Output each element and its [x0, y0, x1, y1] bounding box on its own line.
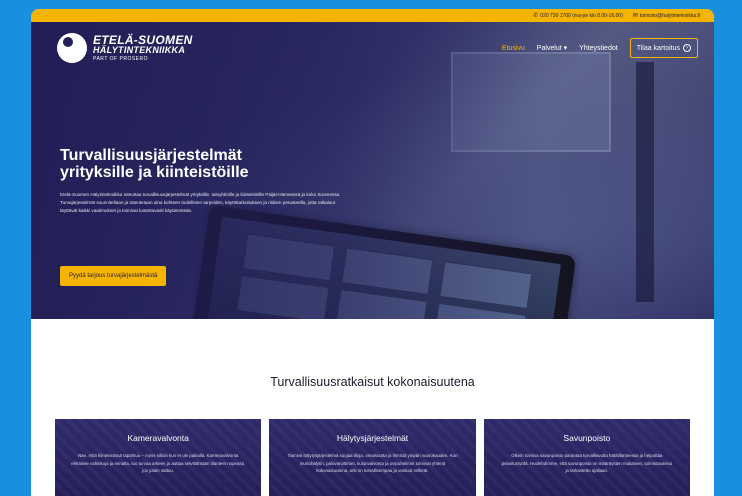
arrow-right-circle-icon: ›: [683, 44, 691, 52]
hero-description: Etelä-Suomen Hälytintekniikka toteuttaa …: [60, 192, 341, 213]
card-title: Hälytysjärjestelmät: [336, 433, 409, 443]
hero-title-line-2: yrityksille ja kiinteistöille: [60, 164, 249, 181]
request-quote-button[interactable]: Pyydä tarjous turvajärjestelmästä: [60, 266, 167, 286]
main-navigation: ETELÄ-SUOMEN HÄLYTINTEKNIIKKA PART OF PR…: [31, 22, 714, 74]
card-title: Savunpoisto: [563, 433, 611, 443]
logo-wordmark: ETELÄ-SUOMEN HÄLYTINTEKNIIKKA PART OF PR…: [93, 34, 193, 62]
logo-line-3: PART OF PROSERO: [93, 56, 149, 62]
service-cards: Kameravalvonta Näe, mitä kiinteistössä t…: [55, 419, 690, 496]
nav-item-yhteystiedot[interactable]: Yhteystiedot: [579, 45, 618, 52]
browser-page: ✆ 020 730 1700 (ma-pe klo 8.00-16.00) ✉ to…: [31, 9, 714, 496]
order-survey-label: Tilaa kartoitus: [636, 44, 680, 52]
hero-title-line-1: Turvallisuusjärjestelmät: [60, 147, 242, 164]
service-card-alarm[interactable]: Hälytysjärjestelmät Toimiva hälytysjärje…: [269, 419, 476, 496]
logo-line-2: HÄLYTINTEKNIIKKA: [93, 45, 186, 55]
site-logo[interactable]: ETELÄ-SUOMEN HÄLYTINTEKNIIKKA PART OF PR…: [57, 33, 193, 63]
card-body: Oikein toimiva savunpoisto parantaa turv…: [501, 453, 672, 473]
hero-title: Turvallisuusjärjestelmät yrityksille ja …: [60, 147, 350, 181]
card-title: Kameravalvonta: [127, 433, 189, 443]
logo-mark-icon: [57, 33, 87, 63]
nav-item-palvelut[interactable]: Palvelut ▾: [537, 44, 567, 52]
contact-bar: ✆ 020 730 1700 (ma-pe klo 8.00-16.00) ✉ to…: [31, 9, 714, 22]
email-contact[interactable]: ✉ toimisto@halytintekniikka.fi: [633, 12, 700, 19]
card-body: Näe, mitä kiinteistössä tapahtuu – myös …: [71, 453, 246, 473]
hero-section: ETELÄ-SUOMEN HÄLYTINTEKNIIKKA PART OF PR…: [31, 22, 714, 319]
phone-text: 020 730 1700 (ma-pe klo 8.00-16.00): [540, 13, 623, 19]
mail-icon: ✉: [632, 13, 638, 19]
service-card-smoke[interactable]: Savunpoisto Oikein toimiva savunpoisto p…: [483, 419, 690, 496]
phone-icon: ✆: [533, 13, 539, 19]
nav-item-etusivu[interactable]: Etusivu: [502, 45, 525, 52]
hero-text: Turvallisuusjärjestelmät yrityksille ja …: [60, 147, 350, 215]
email-text: toimisto@halytintekniikka.fi: [639, 13, 700, 19]
card-body: Toimiva hälytysjärjestelmä suojaa tiloja…: [287, 453, 458, 473]
order-survey-button[interactable]: Tilaa kartoitus ›: [629, 38, 698, 58]
nav-menu: Etusivu Palvelut ▾ Yhteystiedot Tilaa ka…: [502, 38, 698, 58]
phone-contact[interactable]: ✆ 020 730 1700 (ma-pe klo 8.00-16.00): [533, 12, 623, 19]
service-card-camera[interactable]: Kameravalvonta Näe, mitä kiinteistössä t…: [55, 419, 262, 496]
solutions-heading: Turvallisuusratkaisut kokonaisuutena: [270, 375, 475, 389]
